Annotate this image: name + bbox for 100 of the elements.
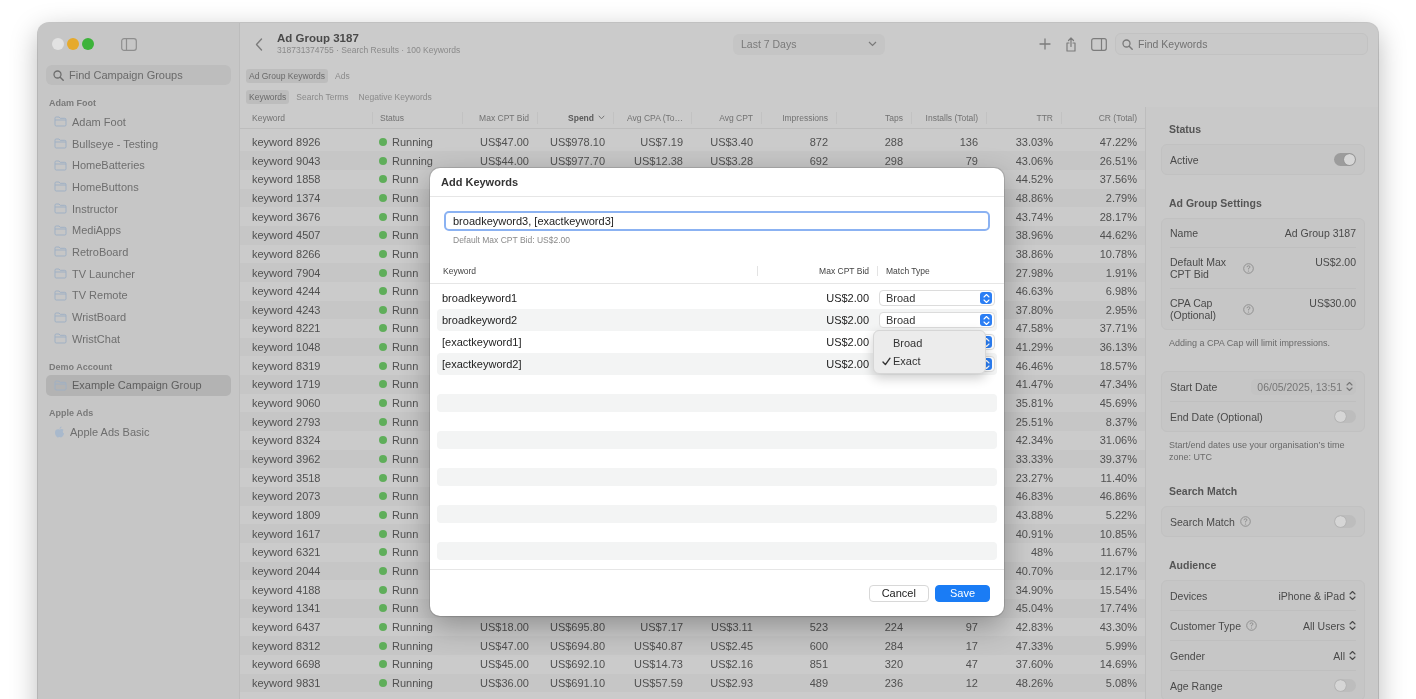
sidebar-item[interactable]: TV Remote bbox=[46, 284, 231, 307]
table-cell-text: 46.86% bbox=[1098, 490, 1138, 503]
table-cell-text: keyword 7904 bbox=[251, 266, 322, 279]
sidebar-item[interactable]: HomeBatteries bbox=[46, 154, 231, 177]
status-text: Runn bbox=[392, 378, 419, 391]
table-cell-text: 48.86% bbox=[1014, 191, 1054, 204]
table-cell-text: US$47.00 bbox=[479, 135, 530, 148]
table-cell-text: 48.26% bbox=[1014, 676, 1054, 689]
column-header[interactable]: Spend bbox=[537, 111, 613, 124]
popup-button[interactable]: All Users bbox=[1303, 619, 1356, 632]
table-row[interactable]: keyword 9043 Running US$44.00 US$977.70 US$12.38 US$3.28 692 298 79 43.06% 26.51% bbox=[240, 151, 1145, 170]
cancel-button[interactable]: Cancel bbox=[868, 584, 929, 602]
table-cell-text: US$978.10 bbox=[548, 135, 606, 148]
column-header[interactable]: Avg CPT bbox=[691, 111, 761, 124]
column-header[interactable]: Taps bbox=[836, 111, 911, 124]
table-cell-text: keyword 9043 bbox=[251, 154, 322, 167]
column-header[interactable]: Avg CPA (To… bbox=[613, 111, 691, 124]
status-text: Running bbox=[392, 135, 433, 148]
table-cell-text: US$40.87 bbox=[633, 639, 684, 652]
field-label: Customer Type bbox=[1170, 619, 1241, 632]
keyword-input-field[interactable]: broadkeyword3, [exactkeyword3] bbox=[444, 211, 990, 231]
column-header[interactable]: Installs (Total) bbox=[911, 111, 986, 124]
sidebar-item[interactable]: HomeButtons bbox=[46, 176, 231, 198]
table-cell-text: US$18.00 bbox=[479, 621, 530, 633]
popup-button[interactable]: iPhone & iPad bbox=[1278, 589, 1356, 602]
table-cell-text: US$36.00 bbox=[479, 676, 530, 689]
table-cell-text: 46.63% bbox=[1014, 285, 1054, 298]
table-cell-text: 43.30% bbox=[1098, 621, 1138, 633]
table-cell-text: 38.96% bbox=[1014, 229, 1054, 242]
column-header[interactable]: TTR bbox=[986, 111, 1061, 124]
table-cell-text: 41.47% bbox=[1014, 378, 1054, 391]
table-cell-text: 43.74% bbox=[1014, 210, 1054, 223]
table-cell-text: 25.51% bbox=[1014, 415, 1054, 428]
status-text: Runn bbox=[392, 490, 419, 503]
field-label: CPA Cap (Optional) bbox=[1170, 297, 1218, 321]
table-cell-text: 23.27% bbox=[1014, 471, 1054, 484]
sidebar-item[interactable]: Adam Foot bbox=[46, 111, 231, 133]
table-cell-text: 2.95% bbox=[1104, 303, 1138, 316]
bid-cell-text: US$2.00 bbox=[825, 292, 870, 304]
table-cell-text: keyword 2793 bbox=[251, 415, 322, 428]
table-cell-text: keyword 6437 bbox=[251, 621, 322, 633]
table-cell-text: 12 bbox=[964, 676, 979, 689]
table-cell-text: 47.22% bbox=[1098, 135, 1138, 148]
date-range-popup[interactable]: Last 7 Days bbox=[733, 33, 885, 55]
table-row[interactable]: keyword 9831 Running US$36.00 US$691.10 US$57.59 US$2.93 489 236 12 48.26% 5.08% bbox=[240, 673, 1145, 693]
table-cell-text: 298 bbox=[883, 154, 904, 167]
status-text: Runn bbox=[392, 303, 419, 316]
table-cell-text: 10.78% bbox=[1098, 247, 1138, 260]
table-cell-text: 42.83% bbox=[1014, 621, 1054, 633]
table-cell-text: keyword 1858 bbox=[251, 173, 322, 186]
menu-item[interactable]: Broad bbox=[874, 334, 985, 352]
table-cell-text: 872 bbox=[808, 135, 829, 148]
tab[interactable]: Search Terms bbox=[293, 90, 352, 104]
table-row[interactable]: keyword 8312 Running US$47.00 US$694.80 US$40.87 US$2.45 600 284 17 47.33% 5.99% bbox=[240, 636, 1145, 655]
tab[interactable]: Keywords bbox=[246, 90, 290, 104]
table-cell-text: 45.04% bbox=[1014, 602, 1054, 615]
table-cell-text: US$47.00 bbox=[479, 639, 530, 652]
status-text: Runn bbox=[392, 527, 419, 540]
column-header[interactable]: Max CPT Bid bbox=[462, 111, 537, 124]
column-header[interactable]: Impressions bbox=[761, 111, 836, 124]
tab[interactable]: Negative Keywords bbox=[355, 90, 435, 104]
table-cell-text: keyword 2073 bbox=[251, 490, 322, 503]
match-type-popup[interactable]: Broad bbox=[879, 290, 995, 306]
tab[interactable]: Ads bbox=[332, 69, 353, 83]
popup-button[interactable]: All bbox=[1333, 649, 1356, 662]
table-cell-text: keyword 4243 bbox=[251, 303, 322, 316]
table-cell-text: US$2.93 bbox=[709, 676, 754, 689]
status-text: Runn bbox=[392, 341, 419, 354]
table-cell-text: 1.91% bbox=[1104, 266, 1138, 279]
table-cell-text: US$2.16 bbox=[709, 658, 754, 671]
match-type-popup[interactable]: Broad bbox=[879, 312, 995, 328]
menu-item[interactable]: Exact bbox=[874, 352, 985, 370]
column-header[interactable]: Keyword bbox=[240, 111, 372, 124]
table-cell-text: keyword 4244 bbox=[251, 285, 322, 298]
sidebar-item[interactable]: WristChat bbox=[46, 327, 231, 350]
table-cell-text: US$3.28 bbox=[709, 154, 754, 167]
status-text: Runn bbox=[392, 546, 419, 559]
table-cell-text: US$3.40 bbox=[709, 135, 754, 148]
sidebar-item[interactable]: Instructor bbox=[46, 197, 231, 220]
save-button[interactable]: Save bbox=[934, 584, 990, 602]
sidebar-item[interactable]: Apple Ads Basic bbox=[46, 421, 231, 443]
table-cell-text: 320 bbox=[883, 658, 904, 671]
tab[interactable]: Ad Group Keywords bbox=[246, 69, 329, 83]
sidebar-item[interactable]: Bullseye - Testing bbox=[46, 132, 231, 155]
table-cell-text: 11.67% bbox=[1099, 546, 1138, 559]
sidebar-item[interactable]: WristBoard bbox=[46, 306, 231, 328]
search-field[interactable]: Find Campaign Groups bbox=[46, 65, 231, 85]
table-cell-text: US$12.38 bbox=[633, 154, 684, 167]
sidebar-item[interactable]: RetroBoard bbox=[46, 241, 231, 263]
table-cell-text: keyword 8221 bbox=[251, 322, 322, 335]
table-cell-text: keyword 4507 bbox=[251, 229, 322, 242]
table-cell-text: keyword 1719 bbox=[251, 378, 322, 391]
table-cell-text: 31.06% bbox=[1098, 434, 1138, 447]
column-header[interactable]: Status bbox=[372, 111, 462, 124]
table-cell-text: 47.58% bbox=[1014, 322, 1054, 335]
table-cell-text: keyword 1617 bbox=[251, 527, 322, 540]
sidebar-item[interactable]: TV Launcher bbox=[46, 262, 231, 285]
sidebar-item[interactable]: MediApps bbox=[46, 219, 231, 242]
search-field[interactable]: Find Keywords bbox=[1115, 33, 1368, 55]
sidebar-item[interactable]: Example Campaign Group bbox=[46, 374, 231, 397]
